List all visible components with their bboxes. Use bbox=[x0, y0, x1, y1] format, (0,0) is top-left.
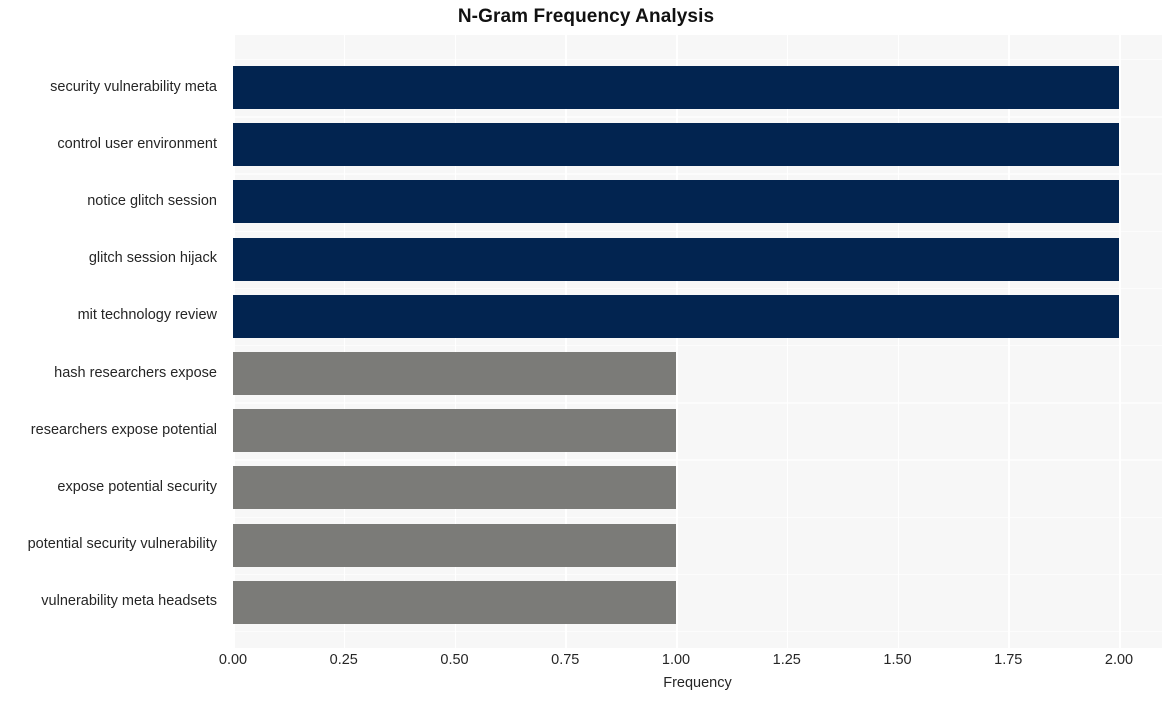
bar[interactable] bbox=[233, 180, 1119, 224]
y-axis-tick-label: control user environment bbox=[57, 135, 217, 152]
y-axis-tick-label: researchers expose potential bbox=[30, 421, 217, 438]
y-axis-tick-labels: security vulnerability meta control user … bbox=[0, 0, 225, 701]
x-axis-tick-label: 1.00 bbox=[661, 652, 691, 668]
bar[interactable] bbox=[233, 294, 1119, 338]
gridline-horizontal bbox=[233, 630, 1162, 633]
gridline-horizontal bbox=[233, 516, 1162, 518]
gridline-horizontal bbox=[233, 173, 1162, 175]
gridline-horizontal bbox=[233, 459, 1162, 461]
y-axis-tick-label: glitch session hijack bbox=[88, 250, 217, 267]
chart-figure: N-Gram Frequency Analysis security vulne… bbox=[0, 0, 1172, 701]
bar[interactable] bbox=[233, 66, 1119, 109]
gridline-horizontal bbox=[233, 287, 1162, 290]
gridline-horizontal bbox=[233, 230, 1162, 232]
plot-area bbox=[233, 35, 1162, 648]
x-axis-tick-label: 1.25 bbox=[772, 652, 801, 668]
y-axis-tick-label: mit technology review bbox=[77, 307, 217, 324]
gridline-vertical bbox=[1119, 35, 1121, 648]
bar[interactable] bbox=[233, 580, 676, 624]
x-axis-tick-label: 0.00 bbox=[218, 652, 248, 668]
x-axis-tick-label: 1.75 bbox=[994, 652, 1023, 668]
x-axis-tick-label: 0.50 bbox=[440, 652, 469, 668]
bar[interactable] bbox=[233, 409, 676, 453]
bar[interactable] bbox=[233, 466, 676, 510]
y-axis-tick-label: notice glitch session bbox=[87, 192, 217, 209]
gridline-horizontal bbox=[233, 402, 1162, 404]
x-axis-tick-label: 0.75 bbox=[551, 652, 580, 668]
x-axis-tick-label: 1.50 bbox=[883, 652, 912, 668]
y-axis-tick-label: potential security vulnerability bbox=[27, 536, 217, 553]
x-axis-title: Frequency bbox=[663, 675, 732, 691]
gridline-horizontal bbox=[233, 573, 1162, 576]
bar[interactable] bbox=[233, 352, 676, 395]
bar[interactable] bbox=[233, 523, 676, 567]
bar[interactable] bbox=[233, 123, 1119, 167]
y-axis-tick-label: security vulnerability meta bbox=[50, 78, 217, 95]
bar[interactable] bbox=[233, 237, 1119, 281]
y-axis-tick-label: hash researchers expose bbox=[54, 364, 217, 381]
x-axis-tick-label: 0.25 bbox=[329, 652, 358, 668]
x-axis-tick-label: 2.00 bbox=[1104, 652, 1134, 668]
gridline-horizontal bbox=[233, 58, 1162, 61]
y-axis-tick-label: expose potential security bbox=[57, 478, 217, 495]
gridline-horizontal bbox=[233, 116, 1162, 118]
gridline-horizontal bbox=[233, 344, 1162, 347]
y-axis-tick-label: vulnerability meta headsets bbox=[41, 593, 217, 610]
